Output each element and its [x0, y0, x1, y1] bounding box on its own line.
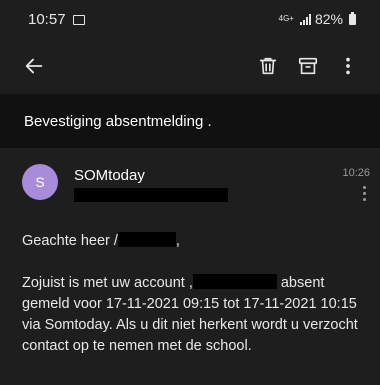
- avatar[interactable]: S: [22, 164, 58, 200]
- gallery-notification-icon: [72, 15, 85, 25]
- status-bar: 10:57 4G+ 82%: [0, 0, 380, 38]
- battery-percent: 82%: [314, 11, 343, 27]
- greeting-text: Geachte heer /: [22, 233, 118, 249]
- greeting: Geachte heer /,: [22, 231, 372, 252]
- archive-icon: [298, 57, 318, 75]
- more-options-button[interactable]: [328, 44, 368, 88]
- email-subject: Bevestiging absentmelding .: [24, 112, 212, 130]
- message-more-button[interactable]: [358, 184, 370, 202]
- sender-row[interactable]: S SOMtoday 10:26: [0, 152, 380, 216]
- status-time: 10:57: [28, 10, 66, 28]
- redacted-name: [117, 232, 176, 247]
- redacted-recipient: [74, 188, 228, 202]
- battery-icon: [349, 11, 356, 25]
- sender-name: SOMtoday: [74, 167, 145, 184]
- app-bar-actions: [248, 44, 368, 88]
- status-indicators: 4G+ 82%: [279, 11, 356, 27]
- subject-bar: Bevestiging absentmelding .: [0, 94, 380, 148]
- back-button[interactable]: [12, 44, 56, 88]
- email-body: Geachte heer /, Zojuist is met uw accoun…: [22, 231, 372, 357]
- redacted-account: [192, 274, 277, 289]
- signal-icon: [299, 13, 311, 25]
- body-paragraph: Zojuist is met uw account , absent gemel…: [22, 273, 372, 357]
- app-bar: [0, 38, 380, 94]
- trash-icon: [259, 57, 277, 75]
- delete-button[interactable]: [248, 44, 288, 88]
- body-text-start: Zojuist is met uw account ,: [22, 275, 193, 291]
- archive-button[interactable]: [288, 44, 328, 88]
- email-time: 10:26: [342, 167, 370, 179]
- greeting-comma: ,: [175, 233, 180, 249]
- more-vert-icon: [346, 57, 350, 75]
- network-type-label: 4G+: [278, 14, 294, 23]
- arrow-back-icon: [25, 58, 43, 74]
